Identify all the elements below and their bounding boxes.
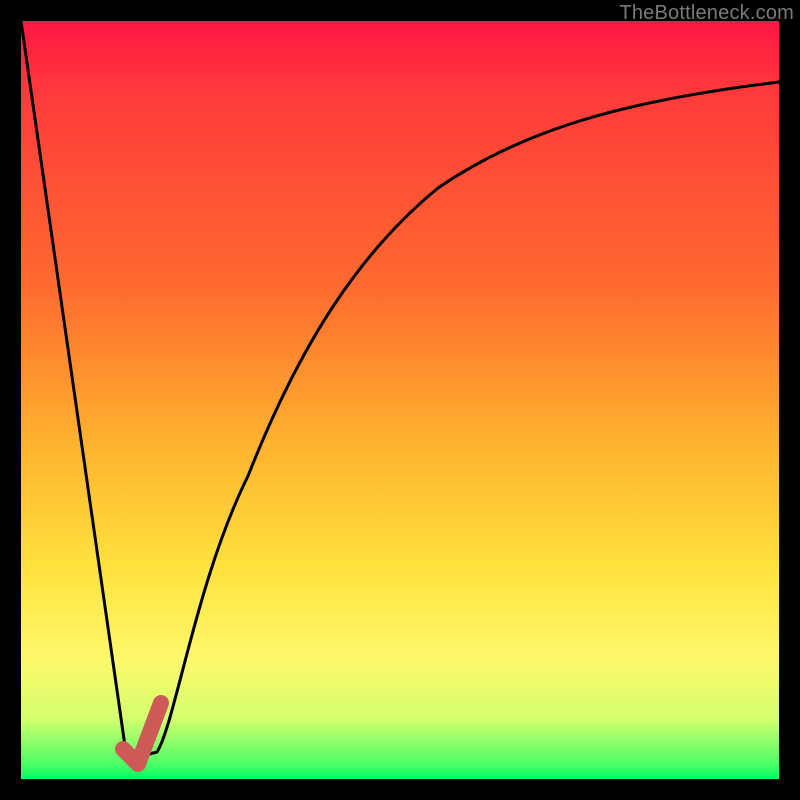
watermark-text: TheBottleneck.com [619, 2, 794, 25]
plot-area [21, 21, 779, 779]
chart-svg [21, 21, 779, 779]
bottleneck-curve [21, 21, 779, 760]
highlight-segment [123, 703, 161, 764]
chart-frame: TheBottleneck.com [0, 0, 800, 800]
